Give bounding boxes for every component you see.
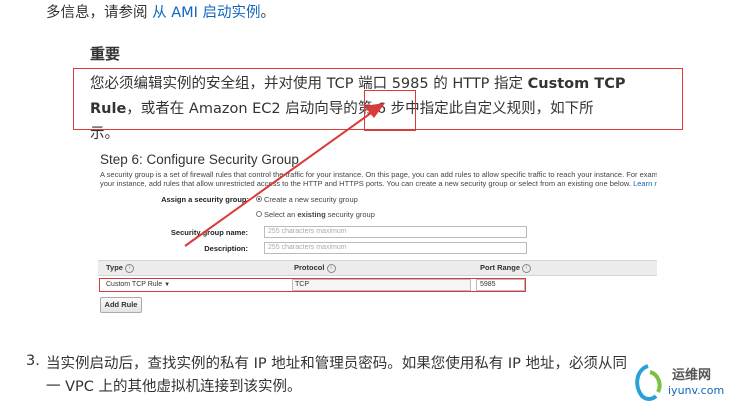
step3-line2: 一 VPC 上的其他虚拟机连接到该实例。 [46, 379, 302, 395]
watermark-title: 运维网 [672, 368, 712, 383]
arrow-shaft [184, 107, 379, 247]
step3-text: 当实例启动后，查找实例的私有 IP 地址和管理员密码。如果您使用私有 IP 地址… [46, 353, 696, 399]
watermark-domain: iyunv.com [668, 384, 725, 397]
annotation-arrow [184, 103, 385, 247]
step3-line1: 当实例启动后，查找实例的私有 IP 地址和管理员密码。如果您使用私有 IP 地址… [46, 356, 627, 372]
list-number-3: 3. [26, 353, 40, 369]
watermark-logo-icon [635, 364, 662, 401]
site-watermark: 运维网 iyunv.com [628, 356, 738, 408]
